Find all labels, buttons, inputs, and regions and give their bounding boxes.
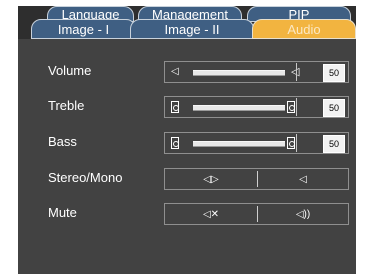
tab-image-i[interactable]: Image - I — [31, 19, 136, 39]
mute-off-icon[interactable]: ◁)) — [258, 204, 348, 224]
tab-image-ii[interactable]: Image - II — [130, 19, 254, 39]
mute-selector[interactable]: ◁✕ ◁)) — [164, 203, 349, 225]
bass-low-icon — [171, 137, 179, 149]
stereo-mono-selector[interactable]: ◁▷ ◁ — [164, 168, 349, 190]
treble-label: Treble — [48, 98, 85, 113]
volume-track — [193, 70, 285, 76]
volume-separator — [296, 63, 297, 81]
treble-slider[interactable]: 50 — [164, 96, 349, 118]
mute-on-icon[interactable]: ◁✕ — [165, 204, 257, 224]
mono-icon[interactable]: ◁ — [258, 169, 348, 189]
mute-label: Mute — [48, 205, 77, 220]
bass-high-icon — [287, 137, 295, 149]
stereo-mono-label: Stereo/Mono — [48, 170, 123, 185]
tab-audio[interactable]: Audio — [252, 19, 356, 39]
treble-value: 50 — [323, 99, 345, 117]
volume-label: Volume — [48, 63, 92, 78]
bass-value: 50 — [323, 135, 345, 153]
volume-low-icon: ◁ — [171, 66, 179, 77]
bass-separator — [296, 134, 297, 152]
bass-slider[interactable]: 50 — [164, 132, 349, 154]
volume-slider[interactable]: ◁ ◁ 50 — [164, 61, 349, 83]
volume-value: 50 — [323, 64, 345, 82]
treble-low-icon — [171, 101, 179, 113]
treble-track — [193, 105, 285, 111]
treble-high-icon — [287, 101, 295, 113]
treble-separator — [296, 98, 297, 116]
bass-label: Bass — [48, 134, 77, 149]
stereo-icon[interactable]: ◁▷ — [165, 169, 257, 189]
bass-track — [193, 141, 285, 147]
audio-panel: Volume ◁ ◁ 50 Treble 50 Bass 50 Stereo/M… — [18, 39, 356, 274]
